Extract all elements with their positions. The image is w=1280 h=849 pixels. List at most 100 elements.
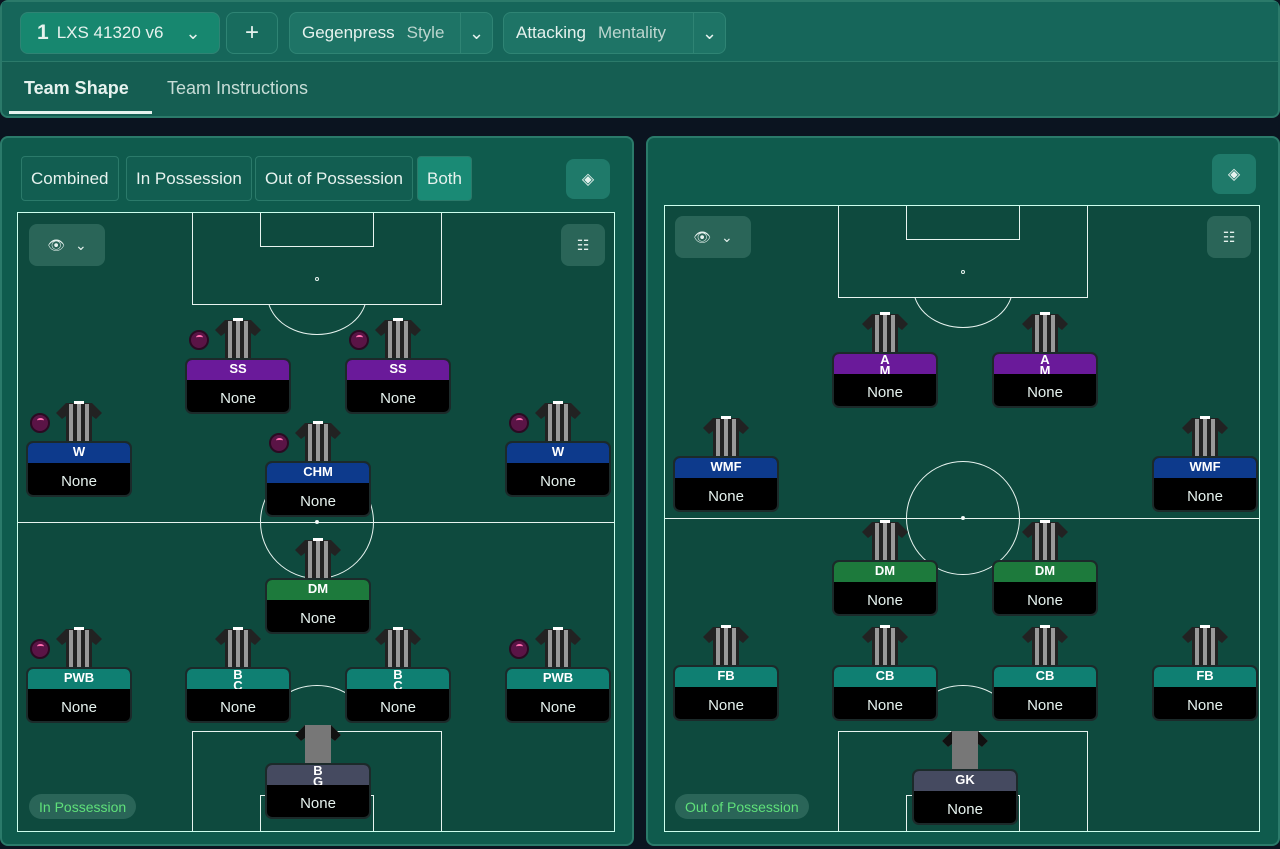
player-name: None xyxy=(1187,697,1223,714)
role-badge-icon xyxy=(269,433,289,453)
role-label: AM xyxy=(994,354,1096,374)
shirt-icon xyxy=(942,729,988,771)
player-card[interactable]: BCB None xyxy=(345,667,451,723)
player-card[interactable]: WMF None xyxy=(673,456,779,512)
player-card[interactable]: BGK None xyxy=(265,763,371,819)
style-dropdown[interactable]: Gegenpress Style ⌄ xyxy=(289,12,493,54)
player-card[interactable]: BCB None xyxy=(185,667,291,723)
eye-icon: 👁 xyxy=(47,236,66,253)
player-card[interactable]: W None xyxy=(26,441,132,497)
tactic-name: LXS 41320 v6 xyxy=(56,23,164,42)
shirt-icon xyxy=(1022,625,1068,667)
chevron-down-icon: ⌄ xyxy=(185,22,201,43)
player-slot[interactable]: BCB None xyxy=(185,627,291,723)
penalty-spot xyxy=(315,277,319,281)
grid-icon[interactable]: ☷ xyxy=(1207,216,1251,258)
player-card[interactable]: FB None xyxy=(673,665,779,721)
player-slot[interactable]: FB None xyxy=(1152,625,1258,721)
shirt-icon xyxy=(56,401,102,443)
role-label: GK xyxy=(914,771,1016,791)
visibility-dropdown[interactable]: 👁 ⌄ xyxy=(29,224,105,266)
player-card[interactable]: CB None xyxy=(992,665,1098,721)
player-slot[interactable]: SS None xyxy=(345,318,451,414)
player-slot[interactable]: AM None xyxy=(832,312,938,408)
player-slot[interactable]: DM None xyxy=(992,520,1098,616)
penalty-spot xyxy=(961,270,965,274)
player-card[interactable]: FB None xyxy=(1152,665,1258,721)
view-out-of-possession[interactable]: Out of Possession xyxy=(255,156,413,201)
mentality-dropdown[interactable]: Attacking Mentality ⌄ xyxy=(503,12,726,54)
player-card[interactable]: SS None xyxy=(185,358,291,414)
shirt-icon xyxy=(1182,416,1228,458)
role-label: W xyxy=(507,443,609,463)
player-name: None xyxy=(380,390,416,407)
tactics-header: 1 LXS 41320 v6 ⌄ + Gegenpress Style ⌄ Attack… xyxy=(0,0,1280,118)
player-name: None xyxy=(867,384,903,401)
add-tactic-button[interactable]: + xyxy=(226,12,278,54)
player-slot[interactable]: BGK None xyxy=(265,725,371,819)
grid-icon[interactable]: ☷ xyxy=(561,224,605,266)
player-slot[interactable]: DM None xyxy=(832,520,938,616)
player-slot[interactable]: PWB None xyxy=(26,627,132,723)
player-card[interactable]: DM None xyxy=(265,578,371,634)
player-slot[interactable]: WMF None xyxy=(1152,416,1258,512)
player-card[interactable]: CB None xyxy=(832,665,938,721)
view-combined[interactable]: Combined xyxy=(21,156,119,201)
player-card[interactable]: AM None xyxy=(992,352,1098,408)
mentality-label: Mentality xyxy=(597,23,666,42)
player-name: None xyxy=(947,801,983,818)
player-card[interactable]: AM None xyxy=(832,352,938,408)
chevron-down-icon: ⌄ xyxy=(75,236,87,253)
shirt-icon xyxy=(375,318,421,360)
player-slot[interactable]: WMF None xyxy=(673,416,779,512)
shirt-icon xyxy=(215,627,261,669)
style-label: Style xyxy=(406,23,445,42)
player-slot[interactable]: DM None xyxy=(265,538,371,634)
player-card[interactable]: PWB None xyxy=(26,667,132,723)
player-slot[interactable]: W None xyxy=(26,401,132,497)
role-label: DM xyxy=(834,562,936,582)
shirt-icon xyxy=(56,627,102,669)
player-name: None xyxy=(540,473,576,490)
player-slot[interactable]: CB None xyxy=(832,625,938,721)
role-label: AM xyxy=(834,354,936,374)
player-name: None xyxy=(708,488,744,505)
player-slot[interactable]: BCB None xyxy=(345,627,451,723)
toolbar: 1 LXS 41320 v6 ⌄ + Gegenpress Style ⌄ Attack… xyxy=(2,2,1278,62)
player-card[interactable]: CHM None xyxy=(265,461,371,517)
view-both[interactable]: Both xyxy=(417,156,472,201)
player-card[interactable]: WMF None xyxy=(1152,456,1258,512)
player-name: None xyxy=(708,697,744,714)
tactic-selector[interactable]: 1 LXS 41320 v6 ⌄ xyxy=(20,12,220,54)
player-slot[interactable]: AM None xyxy=(992,312,1098,408)
goal-area xyxy=(906,206,1020,240)
chevron-down-icon: ⌄ xyxy=(721,228,733,245)
tab-team-shape[interactable]: Team Shape xyxy=(24,78,129,99)
shirt-icon xyxy=(535,627,581,669)
mentality-value: Attacking xyxy=(516,23,586,42)
player-slot[interactable]: PWB None xyxy=(505,627,611,723)
role-label: WMF xyxy=(675,458,777,478)
player-card[interactable]: W None xyxy=(505,441,611,497)
visibility-dropdown[interactable]: 👁 ⌄ xyxy=(675,216,751,258)
role-label: BCB xyxy=(187,669,289,689)
player-card[interactable]: SS None xyxy=(345,358,451,414)
player-card[interactable]: DM None xyxy=(992,560,1098,616)
view-in-possession[interactable]: In Possession xyxy=(126,156,252,201)
pitch-toggle-icon[interactable]: ◈ xyxy=(566,159,610,199)
player-card[interactable]: DM None xyxy=(832,560,938,616)
player-slot[interactable]: CHM None xyxy=(265,421,371,517)
player-slot[interactable]: CB None xyxy=(992,625,1098,721)
player-slot[interactable]: SS None xyxy=(185,318,291,414)
shirt-icon xyxy=(375,627,421,669)
style-value: Gegenpress xyxy=(302,23,395,42)
centre-spot xyxy=(315,520,319,524)
tab-team-instructions[interactable]: Team Instructions xyxy=(167,78,308,99)
player-card[interactable]: PWB None xyxy=(505,667,611,723)
pitch-toggle-icon[interactable]: ◈ xyxy=(1212,154,1256,194)
player-slot[interactable]: W None xyxy=(505,401,611,497)
player-slot[interactable]: GK None xyxy=(912,731,1018,825)
player-card[interactable]: GK None xyxy=(912,769,1018,825)
player-slot[interactable]: FB None xyxy=(673,625,779,721)
active-tab-indicator xyxy=(9,111,152,114)
